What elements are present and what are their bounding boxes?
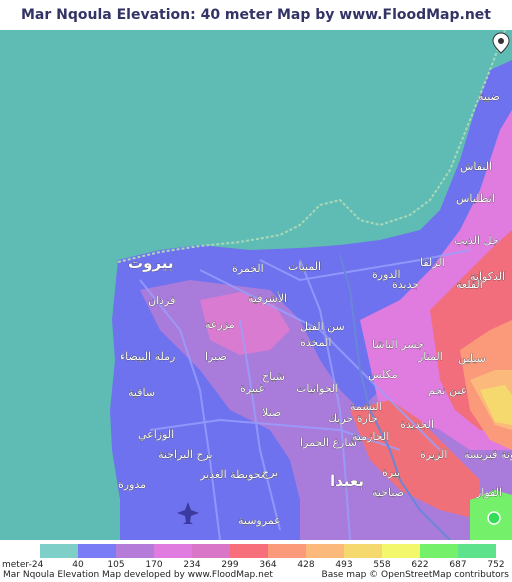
map-place-label: برج البراجنة bbox=[158, 448, 213, 461]
map-place-label: صبرا bbox=[205, 350, 227, 363]
legend-unit: meter bbox=[2, 560, 30, 570]
map-place-label: المنار bbox=[417, 350, 443, 363]
map-place-label: الزلقا bbox=[420, 256, 445, 269]
map-place-label: مزرعة bbox=[205, 318, 235, 331]
map-place-label: عمروسية bbox=[238, 514, 281, 527]
legend-tick: 622 bbox=[411, 560, 429, 570]
legend-tick: 364 bbox=[259, 560, 277, 570]
map-place-label: الزيرة bbox=[420, 448, 447, 461]
map-place-label: رملة البيضاء bbox=[120, 350, 175, 363]
map-place-label: ضبية bbox=[478, 90, 500, 103]
map-title: Mar Nqoula Elevation: 40 meter Map by ww… bbox=[21, 7, 491, 53]
map-place-label: المخدة bbox=[300, 336, 331, 349]
map-place-label: مكلس bbox=[368, 368, 398, 381]
legend-tick: 558 bbox=[373, 560, 391, 570]
legend-swatch bbox=[154, 544, 192, 558]
map-place-label: جديدة bbox=[392, 278, 419, 291]
legend-swatch bbox=[268, 544, 306, 558]
legend-tick: 687 bbox=[449, 560, 467, 570]
map-place-label: مدورة bbox=[118, 478, 146, 491]
legend-swatch bbox=[344, 544, 382, 558]
map-canvas[interactable]: بيروتفردانمزرعةالخمرة المنياتالدورةالأشرف… bbox=[0, 30, 512, 540]
map-place-label: فردان bbox=[148, 294, 175, 307]
map-place-label: بعبدا bbox=[330, 472, 364, 490]
map-place-label: الوزاعي bbox=[138, 428, 174, 441]
map-place-label: الجوانيات bbox=[296, 382, 338, 395]
map-place-label: سبلين bbox=[458, 352, 486, 365]
footer-credit: Mar Nqoula Elevation Map developed by ww… bbox=[3, 570, 273, 580]
legend-tick: -24 bbox=[28, 560, 44, 570]
legend-swatch bbox=[78, 544, 116, 558]
legend-tick: 105 bbox=[107, 560, 125, 570]
map-place-label: برج bbox=[262, 466, 278, 479]
legend-tick: 493 bbox=[335, 560, 353, 570]
map-place-label: الأشرفية bbox=[248, 291, 287, 305]
footer-attribution: Base map © OpenStreetMap contributors bbox=[321, 570, 509, 580]
map-pin-icon bbox=[492, 32, 510, 54]
legend-swatch bbox=[40, 544, 78, 558]
map-place-label: جل الديب bbox=[454, 234, 499, 247]
map-place-label: صنلا bbox=[262, 406, 281, 419]
footer: Mar Nqoula Elevation Map developed by ww… bbox=[0, 570, 512, 582]
legend-tick: 299 bbox=[221, 560, 239, 570]
elevation-legend: meter -24 40 105 170 234 299 364 428 493 558 622 68… bbox=[0, 541, 512, 571]
map-place-label: ساقية bbox=[128, 386, 155, 399]
location-marker[interactable] bbox=[487, 511, 501, 525]
map-place-label: المنيات bbox=[288, 260, 321, 273]
legend-tick: 40 bbox=[72, 560, 84, 570]
map-place-label: جسر الباشا bbox=[372, 338, 424, 351]
map-place-label: الفوار bbox=[475, 486, 502, 499]
map-place-label: الجديدة bbox=[400, 418, 434, 431]
legend-swatch bbox=[306, 544, 344, 558]
map-place-label: شياح bbox=[262, 370, 285, 383]
legend-swatch bbox=[192, 544, 230, 558]
legend-tick: 234 bbox=[183, 560, 201, 570]
legend-swatch bbox=[382, 544, 420, 558]
legend-swatch bbox=[420, 544, 458, 558]
legend-swatch bbox=[458, 544, 496, 558]
map-place-label: الخمرة bbox=[232, 262, 264, 275]
elevation-map[interactable]: بيروت فردان مزرعة الخمرة المنيات الدورة الأشرف… bbox=[0, 30, 512, 540]
map-place-label: صباحية bbox=[372, 486, 404, 499]
map-place-label: مونة قبريسة bbox=[464, 448, 512, 461]
map-place-label: البشمة bbox=[350, 400, 382, 413]
map-place-label: تحويطة الغدير bbox=[199, 468, 264, 481]
map-place-label: سن الفيل bbox=[300, 320, 345, 333]
map-place-label: انطلياس bbox=[456, 192, 495, 205]
map-place-label: شارع الحمرا bbox=[300, 436, 357, 449]
legend-tick: 170 bbox=[145, 560, 163, 570]
legend-tick: 428 bbox=[297, 560, 315, 570]
map-place-label: بيروت bbox=[128, 254, 173, 272]
legend-swatch bbox=[116, 544, 154, 558]
map-place-label: بيرة bbox=[382, 466, 400, 479]
map-place-label: حارة حريك bbox=[328, 412, 378, 425]
map-place-label: الدكوانة bbox=[470, 270, 505, 283]
legend-tick: 752 bbox=[487, 560, 505, 570]
legend-color-bar bbox=[40, 544, 496, 558]
map-place-label: غبيرة bbox=[240, 382, 264, 395]
map-place-label: الحازمية bbox=[352, 430, 389, 443]
map-place-label: النقاش bbox=[460, 160, 492, 173]
legend-swatch bbox=[230, 544, 268, 558]
map-place-label: عين نجم bbox=[428, 384, 467, 397]
